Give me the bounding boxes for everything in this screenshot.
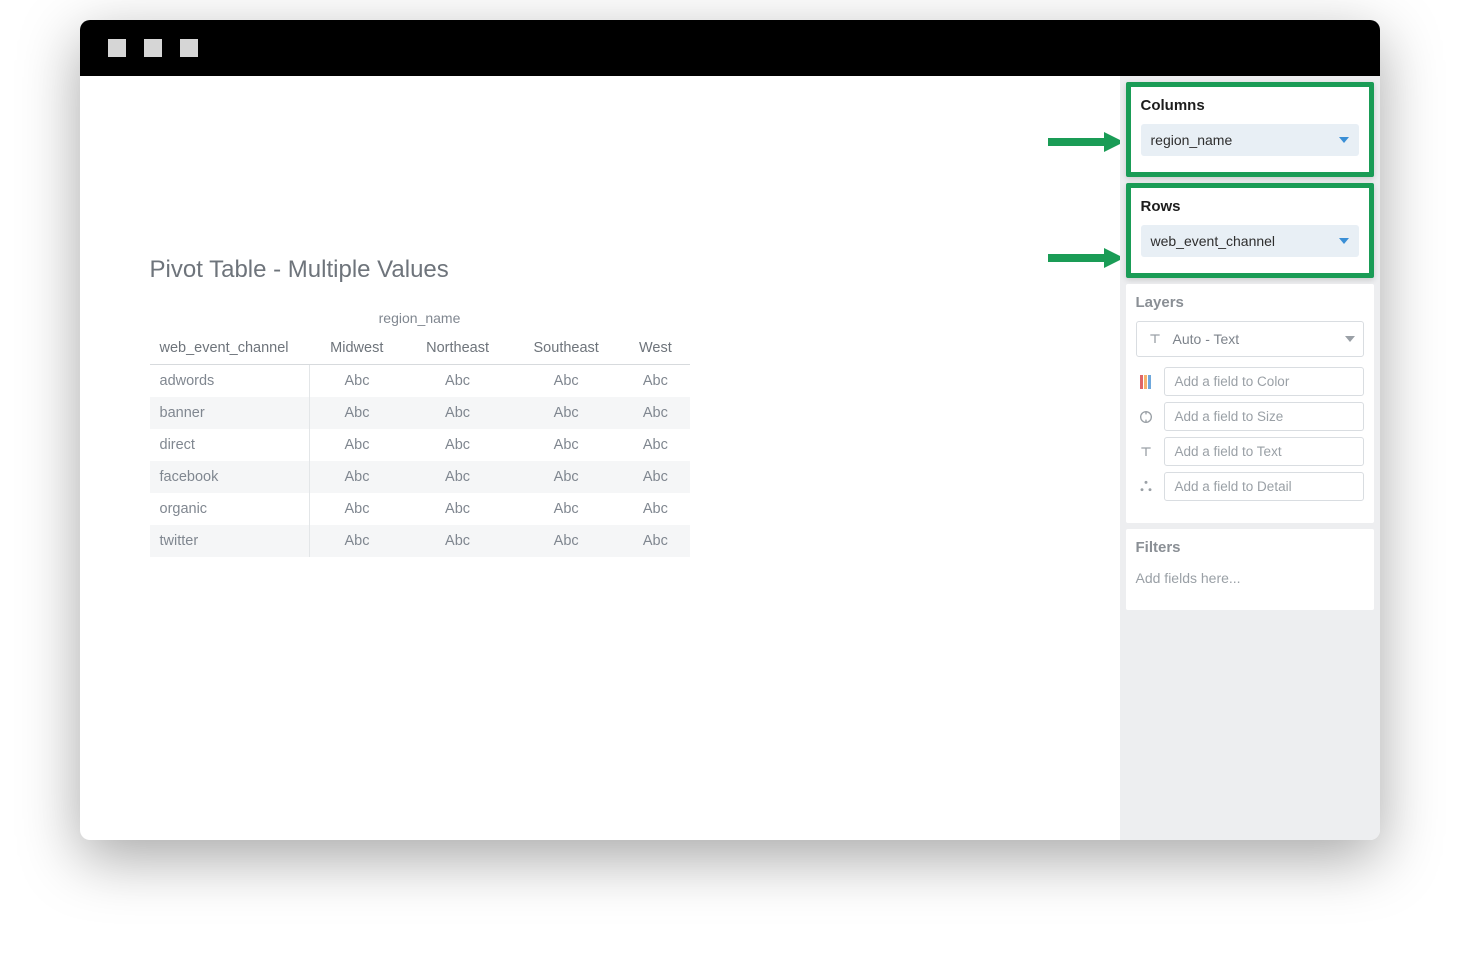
layers-type-select[interactable]: Auto - Text [1136,321,1364,357]
pivot-row-label: twitter [150,525,310,557]
pivot-cell: Abc [310,429,405,461]
pivot-row: bannerAbcAbcAbcAbc [150,397,690,429]
window-control-1[interactable] [108,39,126,57]
pivot-cell: Abc [511,365,621,398]
columns-panel: Columns region_name [1126,82,1374,177]
color-icon [1136,372,1156,392]
annotation-arrow-rows [1046,246,1120,270]
pivot-cell: Abc [621,493,689,525]
pivot-cell: Abc [511,525,621,557]
pivot-cell: Abc [310,461,405,493]
pivot-cell: Abc [511,461,621,493]
pivot-cell: Abc [621,429,689,461]
filters-panel-title: Filters [1136,539,1364,556]
filters-dropzone[interactable]: Add fields here... [1136,566,1364,594]
pivot-column-header: West [621,332,689,365]
text-field-dropzone[interactable]: Add a field to Text [1164,437,1364,466]
pivot-column-header: Midwest [310,332,405,365]
pivot-column-header: Southeast [511,332,621,365]
pivot-cell: Abc [310,525,405,557]
rows-field-pill[interactable]: web_event_channel [1141,225,1359,257]
pivot-row: facebookAbcAbcAbcAbc [150,461,690,493]
size-field-dropzone[interactable]: Add a field to Size [1164,402,1364,431]
pivot-row-label: direct [150,429,310,461]
rows-panel-title: Rows [1141,198,1359,215]
pivot-cell: Abc [511,493,621,525]
dropdown-caret-icon [1345,336,1355,342]
columns-field-label: region_name [1151,132,1233,148]
pivot-cell: Abc [621,461,689,493]
pivot-table: region_nameweb_event_channelMidwestNorth… [150,304,690,557]
pivot-row: twitterAbcAbcAbcAbc [150,525,690,557]
config-sidebar: Columns region_name Rows web_event_chann… [1120,76,1380,840]
pivot-row: organicAbcAbcAbcAbc [150,493,690,525]
pivot-cell: Abc [404,365,511,398]
pivot-cell: Abc [404,461,511,493]
window-control-3[interactable] [180,39,198,57]
detail-icon [1136,477,1156,497]
pivot-cell: Abc [511,397,621,429]
pivot-cell: Abc [404,525,511,557]
pivot-row-label: organic [150,493,310,525]
pivot-columns-header: region_name [150,304,690,332]
pivot-cell: Abc [310,397,405,429]
layers-panel: Layers Auto - Text Add a field to Color [1126,284,1374,523]
size-icon [1136,407,1156,427]
color-field-dropzone[interactable]: Add a field to Color [1164,367,1364,396]
pivot-cell: Abc [310,365,405,398]
pivot-rows-header: web_event_channel [150,332,310,365]
pivot-cell: Abc [621,365,689,398]
pivot-row: directAbcAbcAbcAbc [150,429,690,461]
pivot-cell: Abc [404,397,511,429]
filters-panel: Filters Add fields here... [1126,529,1374,610]
pivot-cell: Abc [404,429,511,461]
rows-panel: Rows web_event_channel [1126,183,1374,278]
rows-field-label: web_event_channel [1151,233,1276,249]
layers-panel-title: Layers [1136,294,1364,311]
pivot-row-label: facebook [150,461,310,493]
pivot-row-label: adwords [150,365,310,398]
dropdown-caret-icon [1339,238,1349,244]
dropdown-caret-icon [1339,137,1349,143]
pivot-cell: Abc [310,493,405,525]
pivot-row: adwordsAbcAbcAbcAbc [150,365,690,398]
layers-select-label: Auto - Text [1173,331,1240,347]
pivot-cell: Abc [621,525,689,557]
pivot-cell: Abc [511,429,621,461]
pivot-cell: Abc [404,493,511,525]
canvas: Pivot Table - Multiple Values region_nam… [80,76,1120,840]
titlebar [80,20,1380,76]
text-type-icon [1145,329,1165,349]
text-icon [1136,442,1156,462]
window-control-2[interactable] [144,39,162,57]
app-window: Pivot Table - Multiple Values region_nam… [80,20,1380,840]
columns-field-pill[interactable]: region_name [1141,124,1359,156]
detail-field-dropzone[interactable]: Add a field to Detail [1164,472,1364,501]
chart-title: Pivot Table - Multiple Values [150,256,1060,284]
pivot-column-header: Northeast [404,332,511,365]
columns-panel-title: Columns [1141,97,1359,114]
pivot-row-label: banner [150,397,310,429]
pivot-cell: Abc [621,397,689,429]
annotation-arrow-columns [1046,130,1120,154]
